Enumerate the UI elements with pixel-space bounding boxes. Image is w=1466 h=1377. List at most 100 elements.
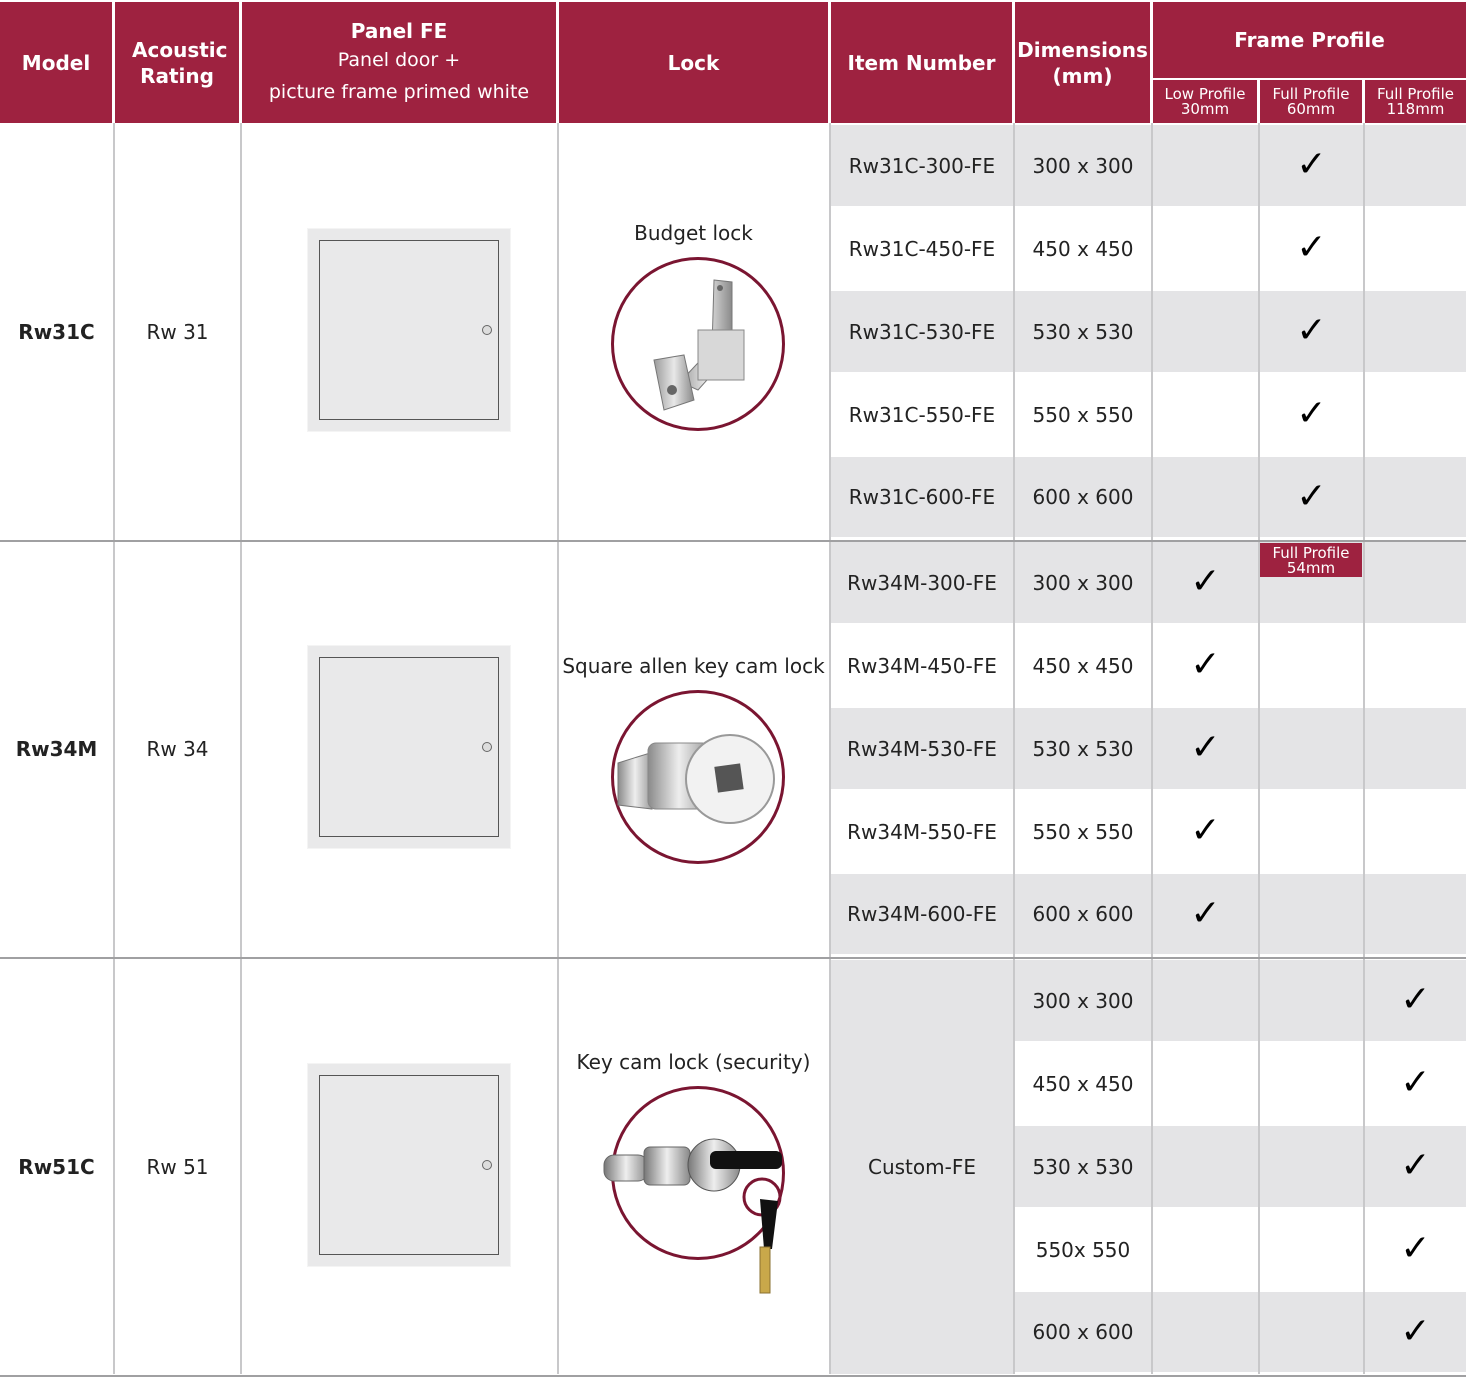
dimensions-cell: 550 x 550 bbox=[1015, 791, 1151, 872]
item-number: Rw34M-550-FE bbox=[847, 819, 997, 844]
low-profile-cell: ✓ bbox=[1153, 708, 1258, 789]
panel-door-knob bbox=[482, 1160, 492, 1170]
header-lock-label: Lock bbox=[667, 50, 720, 75]
item-number-cell: Rw31C-550-FE bbox=[831, 374, 1013, 455]
header-full60: Full Profile 60mm bbox=[1260, 80, 1362, 123]
full-profile-118-cell bbox=[1365, 208, 1466, 289]
model-cell: Rw51C bbox=[0, 960, 113, 1374]
header-panel-title: Panel FE bbox=[350, 18, 448, 43]
dimensions-cell: 300 x 300 bbox=[1015, 960, 1151, 1041]
header-item-number: Item Number bbox=[831, 2, 1012, 123]
dimensions-cell: 450 x 450 bbox=[1015, 1043, 1151, 1124]
low-profile-cell bbox=[1153, 125, 1258, 206]
panel-door-image bbox=[308, 646, 510, 848]
lock-caption: Budget lock bbox=[634, 221, 753, 245]
column-divider bbox=[557, 123, 559, 1374]
header-acoustic-label: Acoustic Rating bbox=[132, 37, 228, 88]
acoustic-rating: Rw 51 bbox=[146, 1155, 209, 1179]
dimensions: 450 x 450 bbox=[1032, 653, 1134, 678]
low-profile-cell bbox=[1153, 1043, 1258, 1124]
dimensions: 550 x 550 bbox=[1032, 402, 1134, 427]
panel-door-frame bbox=[319, 657, 499, 837]
low-profile-cell bbox=[1153, 1209, 1258, 1290]
subheader-full54-label-2: 54mm bbox=[1286, 559, 1336, 577]
dimensions-cell: 550 x 550 bbox=[1015, 374, 1151, 455]
dimensions-cell: 600 x 600 bbox=[1015, 874, 1151, 954]
dimensions: 550x 550 bbox=[1035, 1237, 1131, 1262]
dimensions-cell: 450 x 450 bbox=[1015, 625, 1151, 706]
model-cell: Rw31C bbox=[0, 125, 113, 539]
item-number-cell: Rw34M-300-FE bbox=[831, 542, 1013, 623]
dimensions-cell: 300 x 300 bbox=[1015, 125, 1151, 206]
full-profile-118-cell: ✓ bbox=[1365, 1209, 1466, 1290]
panel-door-frame bbox=[319, 1075, 499, 1255]
full-profile-60-cell: ✓ bbox=[1260, 125, 1363, 206]
check-icon: ✓ bbox=[1190, 810, 1221, 851]
check-icon: ✓ bbox=[1400, 1145, 1431, 1186]
full-profile-118-cell: ✓ bbox=[1365, 1292, 1466, 1372]
panel-door-knob bbox=[482, 325, 492, 335]
check-icon: ✓ bbox=[1296, 310, 1327, 351]
dimensions-cell: 530 x 530 bbox=[1015, 291, 1151, 372]
low-profile-cell bbox=[1153, 374, 1258, 455]
item-number-cell: Rw31C-530-FE bbox=[831, 291, 1013, 372]
item-number-cell: Rw34M-550-FE bbox=[831, 791, 1013, 872]
header-panel: Panel FE Panel door + picture frame prim… bbox=[242, 2, 556, 123]
full-profile-118-cell: ✓ bbox=[1365, 1043, 1466, 1124]
column-divider bbox=[240, 123, 242, 1374]
low-profile-cell bbox=[1153, 1126, 1258, 1207]
dimensions: 300 x 300 bbox=[1032, 570, 1134, 595]
item-number: Rw34M-300-FE bbox=[847, 570, 997, 595]
full-profile-60-cell bbox=[1260, 1043, 1363, 1124]
check-icon: ✓ bbox=[1400, 1311, 1431, 1352]
full-profile-118-cell bbox=[1365, 542, 1466, 623]
full-profile-60-cell: ✓ bbox=[1260, 291, 1363, 372]
check-icon: ✓ bbox=[1190, 893, 1221, 934]
header-item-number-label: Item Number bbox=[847, 50, 996, 75]
header-panel-sub2: picture frame primed white bbox=[268, 80, 530, 103]
dimensions: 530 x 530 bbox=[1032, 736, 1134, 761]
header-model: Model bbox=[0, 2, 112, 123]
low-profile-cell: ✓ bbox=[1153, 874, 1258, 954]
full-profile-118-cell bbox=[1365, 125, 1466, 206]
dimensions: 300 x 300 bbox=[1032, 988, 1134, 1013]
check-icon: ✓ bbox=[1190, 727, 1221, 768]
panel-door-knob bbox=[482, 742, 492, 752]
dimensions-cell: 600 x 600 bbox=[1015, 1292, 1151, 1372]
full-profile-60-cell bbox=[1260, 960, 1363, 1041]
full-profile-118-cell bbox=[1365, 708, 1466, 789]
header-dimensions-label-1: Dimensions bbox=[1017, 37, 1148, 62]
full-profile-118-cell bbox=[1365, 291, 1466, 372]
model-name: Rw51C bbox=[18, 1155, 95, 1179]
header-frame-profile-label: Frame Profile bbox=[1234, 28, 1385, 52]
header-frame-profile: Frame Profile bbox=[1153, 2, 1466, 78]
cam-lock-icon bbox=[617, 734, 775, 824]
item-number: Rw31C-300-FE bbox=[848, 153, 996, 178]
header-model-label: Model bbox=[21, 50, 91, 75]
group-divider bbox=[0, 957, 1466, 959]
header-acoustic: Acoustic Rating bbox=[115, 2, 239, 123]
check-icon: ✓ bbox=[1190, 561, 1221, 602]
item-number: Rw31C-530-FE bbox=[848, 319, 996, 344]
low-profile-cell: ✓ bbox=[1153, 542, 1258, 623]
item-number: Rw34M-530-FE bbox=[847, 736, 997, 761]
check-icon: ✓ bbox=[1296, 227, 1327, 268]
low-profile-cell bbox=[1153, 457, 1258, 537]
dimensions: 600 x 600 bbox=[1032, 902, 1134, 926]
acoustic-rating: Rw 34 bbox=[146, 737, 209, 761]
full-profile-60-cell bbox=[1260, 1126, 1363, 1207]
full-profile-118-cell: ✓ bbox=[1365, 960, 1466, 1041]
model-cell: Rw34M bbox=[0, 542, 113, 956]
dimensions: 530 x 530 bbox=[1032, 319, 1134, 344]
check-icon: ✓ bbox=[1296, 476, 1327, 517]
full-profile-60-cell bbox=[1260, 708, 1363, 789]
lock-caption: Square allen key cam lock bbox=[562, 654, 825, 678]
low-profile-cell bbox=[1153, 291, 1258, 372]
item-number-cell: Rw31C-300-FE bbox=[831, 125, 1013, 206]
header-low-profile: Low Profile 30mm bbox=[1153, 80, 1257, 123]
full-profile-60-cell bbox=[1260, 791, 1363, 872]
dimensions: 530 x 530 bbox=[1032, 1154, 1134, 1179]
lock-caption: Key cam lock (security) bbox=[576, 1050, 811, 1074]
full-profile-60-cell bbox=[1260, 874, 1363, 954]
item-number-cell: Rw34M-600-FE bbox=[831, 874, 1013, 954]
